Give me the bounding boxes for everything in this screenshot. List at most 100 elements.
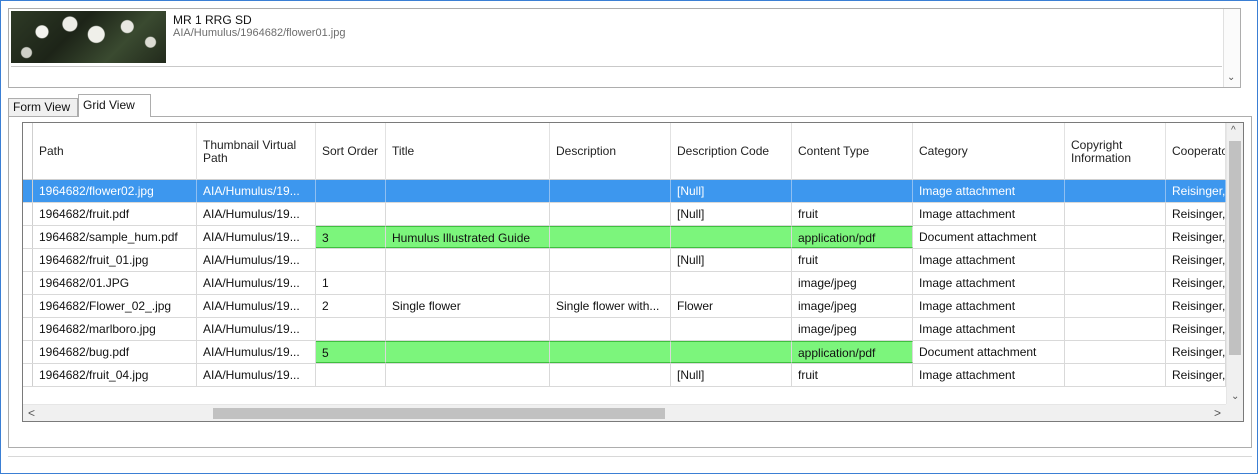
cell-content-type[interactable]: fruit bbox=[792, 364, 913, 386]
cell-desc-code[interactable]: [Null] bbox=[671, 249, 792, 271]
cell-copyright[interactable] bbox=[1065, 180, 1166, 202]
table-row[interactable]: 1964682/flower02.jpg AIA/Humulus/19... [Nu… bbox=[23, 180, 1228, 203]
column-header-content-type[interactable]: Content Type bbox=[792, 123, 913, 180]
cell-content-type[interactable]: image/jpeg bbox=[792, 272, 913, 294]
cell-title[interactable] bbox=[386, 180, 550, 202]
cell-content-type[interactable]: image/jpeg bbox=[792, 295, 913, 317]
cell-category[interactable]: Image attachment bbox=[913, 180, 1065, 202]
cell-desc[interactable] bbox=[550, 226, 671, 248]
cell-coop[interactable]: Reisinger, bbox=[1166, 295, 1226, 317]
table-row[interactable]: 1964682/fruit.pdf AIA/Humulus/19... [Null]… bbox=[23, 203, 1228, 226]
cell-copyright[interactable] bbox=[1065, 249, 1166, 271]
cell-coop[interactable]: Reisinger, bbox=[1166, 364, 1226, 386]
cell-copyright[interactable] bbox=[1065, 341, 1166, 363]
row-header[interactable] bbox=[23, 364, 33, 386]
cell-content-type[interactable]: application/pdf bbox=[792, 226, 913, 248]
cell-thumb[interactable]: AIA/Humulus/19... bbox=[197, 180, 316, 202]
column-header-title[interactable]: Title bbox=[386, 123, 550, 180]
cell-category[interactable]: Document attachment bbox=[913, 226, 1065, 248]
table-row[interactable]: 1964682/01.JPG AIA/Humulus/19... 1 image/jp… bbox=[23, 272, 1228, 295]
cell-sort[interactable]: 2 bbox=[316, 295, 386, 317]
cell-category[interactable]: Image attachment bbox=[913, 318, 1065, 340]
cell-desc-code[interactable] bbox=[671, 226, 792, 248]
cell-desc[interactable] bbox=[550, 203, 671, 225]
cell-desc-code[interactable] bbox=[671, 272, 792, 294]
cell-thumb[interactable]: AIA/Humulus/19... bbox=[197, 364, 316, 386]
cell-desc-code[interactable]: [Null] bbox=[671, 203, 792, 225]
cell-title[interactable] bbox=[386, 272, 550, 294]
cell-desc-code[interactable] bbox=[671, 341, 792, 363]
cell-thumb[interactable]: AIA/Humulus/19... bbox=[197, 226, 316, 248]
table-row[interactable]: 1964682/bug.pdf AIA/Humulus/19... 5 applica… bbox=[23, 341, 1228, 364]
cell-copyright[interactable] bbox=[1065, 364, 1166, 386]
cell-content-type[interactable]: fruit bbox=[792, 203, 913, 225]
cell-desc-code[interactable]: [Null] bbox=[671, 364, 792, 386]
cell-title[interactable]: Single flower bbox=[386, 295, 550, 317]
cell-desc[interactable]: Single flower with... bbox=[550, 295, 671, 317]
cell-thumb[interactable]: AIA/Humulus/19... bbox=[197, 295, 316, 317]
cell-sort[interactable] bbox=[316, 180, 386, 202]
cell-category[interactable]: Image attachment bbox=[913, 295, 1065, 317]
cell-copyright[interactable] bbox=[1065, 318, 1166, 340]
cell-title[interactable] bbox=[386, 203, 550, 225]
cell-content-type[interactable]: application/pdf bbox=[792, 341, 913, 363]
cell-desc[interactable] bbox=[550, 249, 671, 271]
cell-title[interactable]: Humulus Illustrated Guide bbox=[386, 226, 550, 248]
row-header[interactable] bbox=[23, 295, 33, 317]
cell-category[interactable]: Image attachment bbox=[913, 364, 1065, 386]
cell-path[interactable]: 1964682/marlboro.jpg bbox=[33, 318, 197, 340]
cell-category[interactable]: Image attachment bbox=[913, 272, 1065, 294]
preview-scrollbar[interactable]: ⌄ bbox=[1223, 9, 1240, 87]
row-header[interactable] bbox=[23, 226, 33, 248]
cell-content-type[interactable]: fruit bbox=[792, 249, 913, 271]
cell-sort[interactable]: 5 bbox=[316, 341, 386, 363]
cell-desc-code[interactable]: Flower bbox=[671, 295, 792, 317]
row-header[interactable] bbox=[23, 272, 33, 294]
column-header-category[interactable]: Category bbox=[913, 123, 1065, 180]
cell-coop[interactable]: Reisinger, bbox=[1166, 249, 1226, 271]
tab-grid-view[interactable]: Grid View bbox=[78, 94, 151, 117]
tab-form-view[interactable]: Form View bbox=[8, 98, 78, 117]
column-header-copyright[interactable]: Copyright Information bbox=[1065, 123, 1166, 180]
cell-desc-code[interactable]: [Null] bbox=[671, 180, 792, 202]
cell-desc[interactable] bbox=[550, 180, 671, 202]
cell-coop[interactable]: Reisinger, bbox=[1166, 318, 1226, 340]
flower-thumbnail-image[interactable] bbox=[11, 11, 166, 63]
cell-coop[interactable]: Reisinger, bbox=[1166, 272, 1226, 294]
cell-sort[interactable] bbox=[316, 364, 386, 386]
scroll-right-icon[interactable]: > bbox=[1214, 406, 1221, 420]
cell-category[interactable]: Image attachment bbox=[913, 249, 1065, 271]
table-row[interactable]: 1964682/marlboro.jpg AIA/Humulus/19... ima… bbox=[23, 318, 1228, 341]
cell-category[interactable]: Document attachment bbox=[913, 341, 1065, 363]
chevron-down-icon[interactable]: ⌄ bbox=[1227, 72, 1235, 83]
cell-sort[interactable] bbox=[316, 249, 386, 271]
cell-coop[interactable]: Reisinger, bbox=[1166, 180, 1226, 202]
cell-copyright[interactable] bbox=[1065, 203, 1166, 225]
vertical-scroll-thumb[interactable] bbox=[1229, 141, 1241, 355]
horizontal-scrollbar[interactable]: < > bbox=[23, 404, 1243, 421]
cell-path[interactable]: 1964682/fruit_04.jpg bbox=[33, 364, 197, 386]
cell-content-type[interactable]: image/jpeg bbox=[792, 318, 913, 340]
cell-path[interactable]: 1964682/bug.pdf bbox=[33, 341, 197, 363]
cell-title[interactable] bbox=[386, 341, 550, 363]
cell-path[interactable]: 1964682/01.JPG bbox=[33, 272, 197, 294]
cell-desc[interactable] bbox=[550, 341, 671, 363]
column-header-thumb[interactable]: Thumbnail Virtual Path bbox=[197, 123, 316, 180]
cell-sort[interactable]: 3 bbox=[316, 226, 386, 248]
cell-title[interactable] bbox=[386, 318, 550, 340]
cell-content-type[interactable] bbox=[792, 180, 913, 202]
cell-sort[interactable]: 1 bbox=[316, 272, 386, 294]
cell-path[interactable]: 1964682/fruit.pdf bbox=[33, 203, 197, 225]
cell-copyright[interactable] bbox=[1065, 226, 1166, 248]
cell-coop[interactable]: Reisinger, bbox=[1166, 226, 1226, 248]
cell-title[interactable] bbox=[386, 249, 550, 271]
row-header[interactable] bbox=[23, 249, 33, 271]
scroll-left-icon[interactable]: < bbox=[28, 406, 35, 420]
cell-desc[interactable] bbox=[550, 364, 671, 386]
cell-title[interactable] bbox=[386, 364, 550, 386]
cell-sort[interactable] bbox=[316, 318, 386, 340]
column-header-coop[interactable]: Cooperato bbox=[1166, 123, 1226, 180]
table-row[interactable]: 1964682/fruit_04.jpg AIA/Humulus/19... [Nu… bbox=[23, 364, 1228, 387]
row-header[interactable] bbox=[23, 203, 33, 225]
cell-desc-code[interactable] bbox=[671, 318, 792, 340]
